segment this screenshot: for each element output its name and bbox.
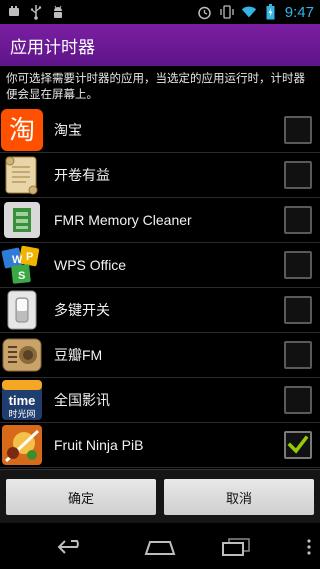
checkmark-icon	[287, 435, 309, 454]
taobao-icon: 淘	[0, 108, 44, 152]
title-bar: 应用计时器	[0, 24, 320, 66]
taobao-icon-glyph: 淘	[9, 116, 35, 146]
wps-office-icon: WPS	[0, 243, 44, 287]
status-bar: 9:47	[0, 0, 320, 24]
list-item[interactable]: Fruit Ninja PiB	[0, 423, 320, 468]
app-label: 多键开关	[54, 302, 110, 318]
scroll-book-icon	[0, 153, 44, 197]
list-item[interactable]: 豆瓣FM	[0, 333, 320, 378]
app-checkbox[interactable]	[284, 386, 312, 414]
vibrate-icon	[219, 4, 235, 20]
list-item[interactable]: WPS WPS Office	[0, 243, 320, 288]
description-text: 你可选择需要计时器的应用，当选定的应用运行时，计时器便会显在屏幕上。	[6, 71, 305, 101]
overflow-menu-icon[interactable]	[306, 525, 312, 569]
app-label: 全国影讯	[54, 392, 110, 408]
switch-icon	[0, 288, 44, 332]
svg-text:W: W	[12, 254, 23, 266]
clock: 9:47	[284, 3, 314, 21]
list-item[interactable]: 多键开关	[0, 288, 320, 333]
page-title: 应用计时器	[10, 37, 95, 58]
navigation-bar	[0, 525, 320, 569]
svg-text:S: S	[18, 270, 25, 282]
mtime-icon: time 时光网	[0, 378, 44, 422]
app-checkbox[interactable]	[284, 116, 312, 144]
list-item[interactable]: 淘 淘宝	[0, 108, 320, 153]
wifi-icon	[241, 4, 257, 20]
battery-icon	[263, 4, 279, 20]
radio-icon	[0, 333, 44, 377]
app-checkbox[interactable]	[284, 251, 312, 279]
list-item[interactable]: 开卷有益	[0, 153, 320, 198]
alarm-icon	[197, 4, 213, 20]
app-checkbox[interactable]	[284, 161, 312, 189]
recents-icon[interactable]	[200, 525, 272, 569]
list-item[interactable]: FMR Memory Cleaner	[0, 198, 320, 243]
app-label: FMR Memory Cleaner	[54, 212, 192, 228]
usb-icon	[28, 4, 44, 20]
back-icon[interactable]	[36, 525, 108, 569]
fruit-ninja-icon	[0, 423, 44, 467]
app-list: 淘 淘宝 开卷有益 FMR Memory Cleaner WPS WPS Off…	[0, 108, 320, 468]
app-checkbox[interactable]	[284, 206, 312, 234]
app-label: WPS Office	[54, 257, 127, 273]
app-checkbox[interactable]	[284, 296, 312, 324]
mtime-icon-text-bottom: 时光网	[8, 408, 35, 420]
home-icon[interactable]	[124, 525, 196, 569]
svg-text:P: P	[26, 251, 33, 263]
app-label: 淘宝	[54, 122, 82, 138]
mtime-icon-text-top: time	[9, 393, 36, 408]
dialog-button-bar: 确定 取消	[0, 469, 320, 523]
app-label: Fruit Ninja PiB	[54, 437, 144, 453]
android-debug-icon	[50, 4, 66, 20]
ok-button[interactable]: 确定	[6, 479, 156, 515]
app-label: 豆瓣FM	[54, 347, 103, 363]
app-label: 开卷有益	[54, 167, 110, 183]
memory-cleaner-icon	[0, 198, 44, 242]
cancel-button[interactable]: 取消	[164, 479, 314, 515]
list-item[interactable]: time 时光网 全国影讯	[0, 378, 320, 423]
app-checkbox[interactable]	[284, 341, 312, 369]
android-notification-icon	[6, 4, 22, 20]
app-checkbox[interactable]	[284, 431, 312, 459]
